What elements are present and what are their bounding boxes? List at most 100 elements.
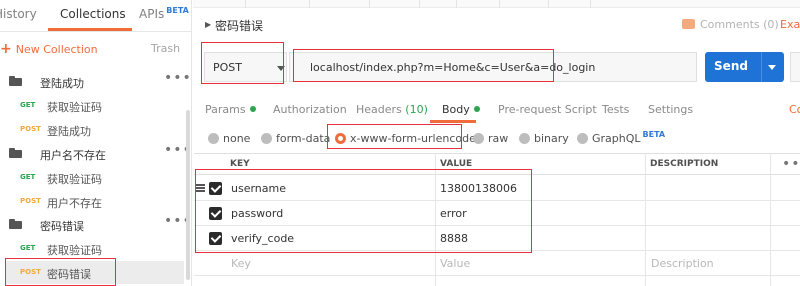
- tab-label: Body: [442, 103, 470, 116]
- url-value: localhost/index.php?m=Home&c=User&a=do_l…: [310, 61, 596, 74]
- tab-settings[interactable]: Settings: [648, 103, 693, 116]
- request-title: 密码错误: [215, 19, 264, 33]
- url-input[interactable]: localhost/index.php?m=Home&c=User&a=do_l…: [289, 52, 697, 82]
- folder-item[interactable]: 登陆成功 •••: [0, 70, 191, 94]
- radio-circle: [473, 133, 484, 144]
- param-key[interactable]: username: [231, 182, 286, 195]
- request-item[interactable]: GET 获取验证码: [0, 166, 186, 189]
- send-button[interactable]: Send: [705, 52, 784, 82]
- examples-link[interactable]: Exa: [780, 18, 800, 31]
- open-tabs-strip: [193, 0, 800, 8]
- tab-pre-request-script[interactable]: Pre-request Script: [498, 103, 597, 116]
- tab-stub[interactable]: [419, 0, 420, 8]
- plus-icon: +: [0, 41, 12, 57]
- param-value[interactable]: 8888: [440, 232, 468, 245]
- table-row[interactable]: password error: [194, 201, 800, 226]
- request-name: 获取验证码: [47, 244, 102, 257]
- tab-authorization[interactable]: Authorization: [273, 103, 347, 116]
- folder-name: 密码错误: [40, 220, 84, 233]
- request-item[interactable]: GET 获取验证码: [0, 94, 186, 117]
- tab-apis[interactable]: APIs BETA: [139, 6, 189, 21]
- sidebar-scrollbar[interactable]: [186, 110, 190, 280]
- key-placeholder[interactable]: Key: [231, 257, 251, 270]
- radio-label: x-www-form-urlencoded: [350, 132, 483, 145]
- comments-button[interactable]: Comments (0): [682, 18, 779, 31]
- method-badge: POST: [20, 197, 41, 205]
- table-row-new[interactable]: Key Value Description: [194, 251, 800, 276]
- folder-name: 用户名不存在: [40, 149, 106, 162]
- request-name: 获取验证码: [47, 101, 102, 114]
- tab-label: Params: [205, 103, 246, 116]
- table-row[interactable]: username 13800138006: [194, 176, 800, 201]
- active-dot-icon: [473, 106, 480, 112]
- more-icon[interactable]: •••: [164, 70, 192, 86]
- beta-badge: BETA: [642, 130, 666, 139]
- radio-label: GraphQL BETA: [592, 130, 666, 145]
- collapse-triangle-icon[interactable]: ▶: [205, 20, 211, 29]
- request-item[interactable]: GET 获取验证码: [0, 237, 186, 260]
- column-header-key: KEY: [230, 159, 250, 169]
- tab-stub[interactable]: [245, 0, 246, 8]
- tab-collections[interactable]: Collections: [60, 7, 126, 21]
- active-tab-indicator: [430, 120, 476, 123]
- tab-history[interactable]: History: [0, 7, 37, 21]
- param-key[interactable]: verify_code: [231, 232, 294, 245]
- table-row[interactable]: verify_code 8888: [194, 226, 800, 251]
- radio-label: raw: [488, 132, 509, 145]
- row-checkbox[interactable]: [209, 182, 222, 195]
- param-key[interactable]: password: [231, 207, 283, 220]
- comment-icon: [682, 19, 695, 29]
- tab-headers[interactable]: Headers (10): [356, 103, 428, 116]
- description-placeholder[interactable]: Description: [651, 257, 714, 270]
- request-name: 密码错误: [47, 268, 91, 281]
- column-header-value: VALUE: [440, 159, 473, 169]
- radio-circle: [577, 133, 588, 144]
- request-item-selected[interactable]: POST 密码错误: [6, 261, 184, 284]
- more-icon[interactable]: •••: [782, 156, 800, 172]
- tab-stub[interactable]: [369, 0, 370, 8]
- param-value[interactable]: error: [440, 207, 467, 220]
- drag-handle-icon[interactable]: [196, 184, 205, 192]
- radio-label: binary: [534, 132, 569, 145]
- headers-count: (10): [405, 103, 428, 116]
- tab-stub[interactable]: [309, 0, 310, 8]
- radio-circle: [208, 133, 219, 144]
- tab-body[interactable]: Body: [442, 103, 480, 116]
- tab-stub[interactable]: [499, 0, 500, 8]
- cookies-link[interactable]: Co: [789, 103, 800, 116]
- table-header: KEY VALUE DESCRIPTION: [194, 153, 800, 175]
- chevron-down-icon[interactable]: [768, 65, 776, 70]
- radio-circle: [519, 133, 530, 144]
- request-item[interactable]: POST 登陆成功: [0, 118, 186, 141]
- divider: [0, 31, 192, 32]
- row-checkbox[interactable]: [209, 232, 222, 245]
- request-item[interactable]: POST 用户不存在: [0, 190, 186, 213]
- radio-label: form-data: [276, 132, 331, 145]
- method-select[interactable]: POST: [204, 52, 287, 82]
- request-name: 登陆成功: [47, 125, 91, 138]
- row-checkbox[interactable]: [209, 207, 222, 220]
- trash-link[interactable]: Trash: [151, 42, 180, 55]
- tab-tests[interactable]: Tests: [602, 103, 629, 116]
- divider: [761, 52, 762, 82]
- tab-stub[interactable]: [548, 0, 549, 8]
- folder-item[interactable]: 用户名不存在 •••: [0, 142, 191, 166]
- new-collection-button[interactable]: + New Collection: [0, 41, 98, 57]
- tab-apis-label: APIs: [139, 7, 165, 21]
- folder-icon: [9, 148, 22, 158]
- save-button[interactable]: [790, 52, 800, 82]
- param-value[interactable]: 13800138006: [440, 182, 517, 195]
- tab-params[interactable]: Params: [205, 103, 256, 116]
- request-name: 用户不存在: [47, 197, 102, 210]
- send-label: Send: [714, 59, 748, 73]
- tab-stub[interactable]: [456, 0, 457, 8]
- value-placeholder[interactable]: Value: [440, 257, 470, 270]
- chevron-down-icon: [277, 66, 285, 71]
- radio-circle: [261, 133, 272, 144]
- method-badge: POST: [20, 268, 41, 276]
- sidebar: History Collections APIsBETA +New Collec…: [0, 0, 192, 286]
- graphql-label: GraphQL: [592, 132, 641, 145]
- tab-stub[interactable]: [590, 0, 591, 8]
- tab-label: Headers: [356, 103, 402, 116]
- folder-item[interactable]: 密码错误 •••: [0, 213, 191, 237]
